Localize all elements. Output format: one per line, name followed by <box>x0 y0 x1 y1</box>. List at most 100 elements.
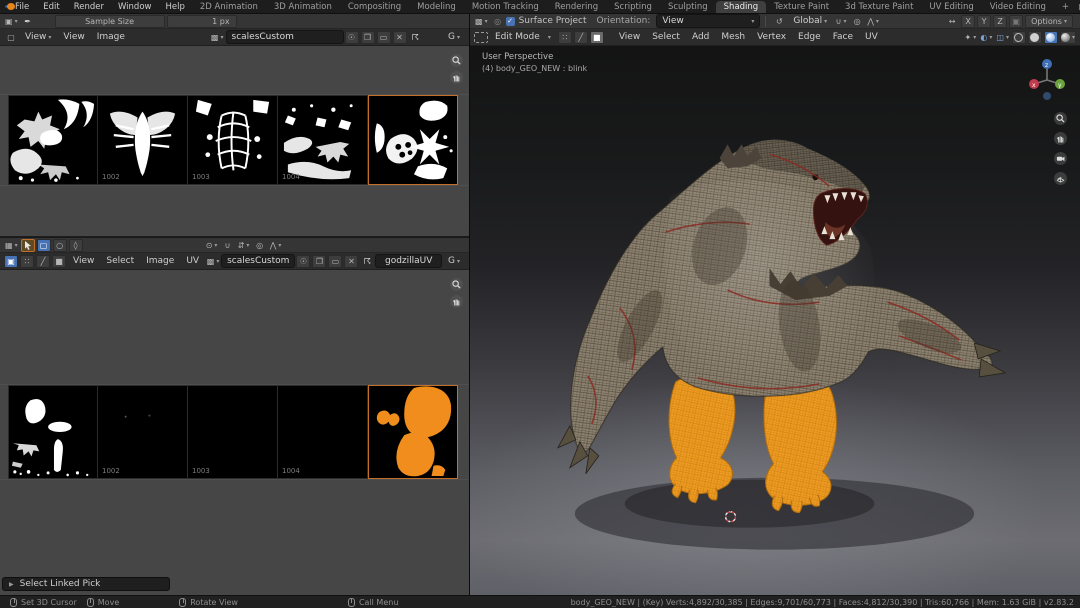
udim-tile-1001[interactable] <box>8 95 98 185</box>
udim-tile-1004[interactable]: 1004 <box>278 385 368 479</box>
unlink-image-icon[interactable]: ✕ <box>393 31 407 44</box>
snap-target-dropdown[interactable]: ⇵▾ <box>237 239 251 252</box>
pivot-point-dropdown[interactable]: ⊙▾ <box>205 239 219 252</box>
shading-solid-icon[interactable] <box>1028 31 1042 44</box>
vp-menu-uv[interactable]: UV <box>859 32 884 42</box>
editor-type-icon[interactable]: ▦▾ <box>4 239 19 252</box>
falloff-dropdown[interactable]: ⋀▾ <box>269 239 283 252</box>
uv-select-edge-icon[interactable]: ╱ <box>36 255 50 268</box>
select-lasso-tool[interactable]: ◊ <box>69 239 83 252</box>
active-tool-icon[interactable]: ▩▾ <box>474 15 489 28</box>
open-image-icon[interactable]: ▭ <box>328 255 342 268</box>
workspace-tab-scripting[interactable]: Scripting <box>606 1 660 13</box>
uv-menu-select[interactable]: Select <box>100 256 140 266</box>
display-channels-dropdown[interactable]: G▾ <box>442 32 466 42</box>
udim-tile-1004[interactable]: 1004 <box>278 95 368 185</box>
udim-tile-1003[interactable]: 1003 <box>188 385 278 479</box>
overlays-dropdown[interactable]: ◐▾ <box>979 31 993 44</box>
image-name-field[interactable]: scalesCustom <box>221 254 295 268</box>
uv-editor-canvas[interactable]: 1002 1003 1004 <box>0 270 469 595</box>
workspace-tab-3d-texture-paint[interactable]: 3d Texture Paint <box>837 1 921 13</box>
mirror-y-button[interactable]: Y <box>977 15 991 28</box>
vp-menu-vertex[interactable]: Vertex <box>751 32 792 42</box>
pin-icon[interactable]: ☈ <box>360 255 374 268</box>
menu-edit[interactable]: Edit <box>36 2 66 12</box>
transform-orientation-icon[interactable]: ↺ <box>772 15 786 28</box>
snap-magnet-icon[interactable]: ∪ <box>221 239 235 252</box>
vp-menu-view[interactable]: View <box>613 32 646 42</box>
editor-view-dropdown[interactable]: View▾ <box>19 32 57 42</box>
select-circle-tool[interactable]: ○ <box>53 239 67 252</box>
workspace-tab-sculpting[interactable]: Sculpting <box>660 1 716 13</box>
udim-tile-1002[interactable]: 1002 <box>98 95 188 185</box>
sample-size-value[interactable]: 1 px <box>167 15 237 28</box>
orientation-gizmo[interactable]: z x y <box>1023 54 1071 106</box>
new-image-icon[interactable]: ❐ <box>312 255 326 268</box>
open-image-icon[interactable]: ▭ <box>377 31 391 44</box>
pin-icon[interactable]: ☈ <box>409 31 423 44</box>
editor-type-icon[interactable]: ▢ <box>4 31 18 44</box>
uv-select-face-icon[interactable]: ■ <box>52 255 66 268</box>
shading-wireframe-icon[interactable] <box>1012 31 1026 44</box>
zoom-icon[interactable] <box>450 278 463 291</box>
image-editor-canvas[interactable]: 1002 1003 <box>0 46 469 236</box>
menu-render[interactable]: Render <box>67 2 111 12</box>
options-dropdown[interactable]: Options▾ <box>1025 15 1073 28</box>
workspace-tab-motion-tracking[interactable]: Motion Tracking <box>464 1 547 13</box>
transform-orientation-dropdown[interactable]: Global▾ <box>787 16 833 26</box>
vp-menu-mesh[interactable]: Mesh <box>715 32 751 42</box>
camera-view-icon[interactable] <box>1054 152 1067 165</box>
sample-size-label[interactable]: Sample Size <box>55 15 165 28</box>
image-name-field[interactable]: scalesCustom <box>226 30 344 44</box>
orthographic-toggle-icon[interactable] <box>1054 172 1067 185</box>
uv-map-field[interactable]: godzillaUV <box>375 254 442 268</box>
show-gizmo-dropdown[interactable]: ✦▾ <box>963 31 977 44</box>
unlink-image-icon[interactable]: ✕ <box>344 255 358 268</box>
image-browse-icon[interactable]: ▩▾ <box>206 255 220 268</box>
workspace-tab-modeling[interactable]: Modeling <box>409 1 464 13</box>
workspace-tab-3d-animation[interactable]: 3D Animation <box>266 1 340 13</box>
workspace-tab-shading[interactable]: Shading <box>716 1 767 13</box>
orientation-dropdown[interactable]: View▾ <box>656 14 760 28</box>
proportional-editing-icon[interactable]: ◎ <box>253 239 267 252</box>
zoom-icon[interactable] <box>1054 112 1067 125</box>
image-browse-icon[interactable]: ▩▾ <box>210 31 225 44</box>
uv-sync-select-icon[interactable]: ▣ <box>4 255 18 268</box>
fake-user-icon[interactable]: ☉ <box>345 31 359 44</box>
mirror-x-button[interactable]: X <box>961 15 975 28</box>
select-mode-edge-icon[interactable]: ╱ <box>574 31 588 44</box>
monster-model[interactable] <box>470 46 1080 595</box>
snap-magnet-icon[interactable]: ∪▾ <box>834 15 848 28</box>
image-editor-menu-image[interactable]: Image <box>91 32 131 42</box>
display-channels-dropdown[interactable]: G▾ <box>442 256 466 266</box>
menu-help[interactable]: Help <box>158 2 191 12</box>
eyedropper-icon[interactable]: ✒ <box>21 15 35 28</box>
tweak-tool-button[interactable] <box>21 239 35 252</box>
falloff-dropdown[interactable]: ⋀▾ <box>866 15 880 28</box>
select-mode-face-icon[interactable]: ■ <box>590 31 604 44</box>
workspace-tab-compositing[interactable]: Compositing <box>340 1 409 13</box>
uv-menu-view[interactable]: View <box>67 256 100 266</box>
fake-user-icon[interactable]: ☉ <box>296 255 310 268</box>
workspace-tab-uv-editing[interactable]: UV Editing <box>921 1 981 13</box>
udim-tile-1005-selected[interactable] <box>368 385 458 479</box>
pan-hand-icon[interactable] <box>1054 132 1067 145</box>
shading-material-icon[interactable] <box>1044 31 1058 44</box>
active-tool-icon[interactable]: ▣▾ <box>4 15 19 28</box>
vp-menu-select[interactable]: Select <box>646 32 686 42</box>
mirror-z-button[interactable]: Z <box>993 15 1007 28</box>
annotate-circle-icon[interactable]: ◎ <box>491 15 505 28</box>
mode-icon[interactable] <box>474 32 488 43</box>
vp-menu-add[interactable]: Add <box>686 32 715 42</box>
pan-hand-icon[interactable] <box>450 295 463 308</box>
uv-select-vertex-icon[interactable]: ∷ <box>20 255 34 268</box>
menu-window[interactable]: Window <box>111 2 159 12</box>
udim-tile-1002[interactable]: 1002 <box>98 385 188 479</box>
select-mode-vertex-icon[interactable]: ∷ <box>558 31 572 44</box>
proportional-editing-icon[interactable]: ◎ <box>850 15 864 28</box>
udim-tile-1005-selected[interactable] <box>368 95 458 185</box>
udim-tile-1001[interactable] <box>8 385 98 479</box>
uv-menu-image[interactable]: Image <box>140 256 180 266</box>
surface-project-checkbox[interactable]: ✓ <box>506 17 515 26</box>
workspace-tab-video-editing[interactable]: Video Editing <box>982 1 1054 13</box>
